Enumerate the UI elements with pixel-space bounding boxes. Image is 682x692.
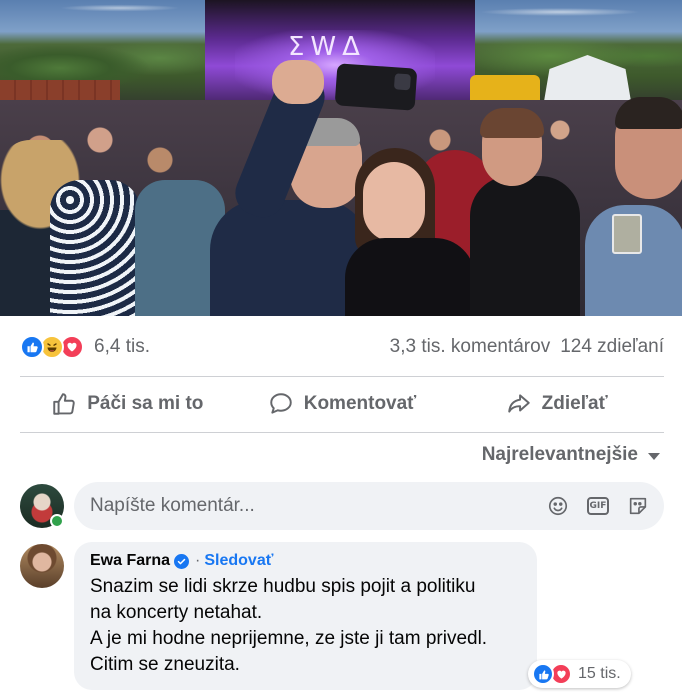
share-button[interactable]: Zdieľať — [449, 378, 664, 430]
thumbs-up-icon — [51, 391, 77, 417]
commenter-avatar[interactable] — [20, 544, 64, 588]
comment-author[interactable]: Ewa Farna — [90, 552, 170, 570]
like-button-label: Páči sa mi to — [87, 393, 204, 414]
share-arrow-icon — [506, 391, 532, 417]
share-count-link[interactable]: 124 zdieľaní — [560, 336, 664, 358]
comment-line: Citim se zneuzita. — [90, 654, 240, 675]
hand — [272, 60, 324, 104]
post-actions: Páči sa mi to Komentovať Zdieľať — [20, 378, 664, 430]
emoji-icon[interactable] — [546, 494, 570, 518]
comment-reactions[interactable]: 15 tis. — [528, 660, 631, 688]
comment-reaction-count: 15 tis. — [578, 665, 621, 682]
comment-text: Snazim se lidi skrze hudbu spis pojit a … — [90, 574, 521, 678]
reaction-icons[interactable]: 6,4 tis. — [20, 335, 150, 359]
reactions-summary: 6,4 tis. 3,3 tis. komentárov 124 zdieľan… — [20, 330, 664, 364]
online-status-dot — [50, 514, 64, 528]
divider-bottom — [20, 432, 664, 433]
comment-input[interactable] — [90, 495, 546, 517]
follow-button[interactable]: Sledovať — [204, 552, 273, 570]
comment-button-label: Komentovať — [303, 393, 417, 414]
share-button-label: Zdieľať — [541, 393, 608, 414]
dark-jacket-woman — [470, 108, 580, 316]
comment-sort-dropdown[interactable]: Najrelevantnejšie — [482, 444, 660, 466]
reaction-count[interactable]: 6,4 tis. — [94, 336, 150, 358]
stage-logo: ΣWΔ — [288, 32, 366, 62]
sticker-icon[interactable] — [626, 494, 650, 518]
post-photo[interactable]: ΣWΔ — [0, 0, 682, 316]
comment-line: A je mi hodne neprijemne, ze jste ji tam… — [90, 628, 488, 649]
smartphone — [334, 63, 418, 111]
verified-badge-icon — [174, 553, 190, 569]
comment-count-link[interactable]: 3,3 tis. komentárov — [390, 336, 551, 358]
like-button[interactable]: Páči sa mi to — [20, 378, 235, 430]
separator-dot: · — [195, 552, 201, 569]
comment-button[interactable]: Komentovať — [235, 378, 450, 430]
comment-composer: GIF — [74, 482, 664, 530]
like-reaction-icon — [20, 335, 44, 359]
beer-glass — [612, 214, 642, 254]
comment-line: Snazim se lidi skrze hudbu spis pojit a … — [90, 576, 476, 597]
comment-bubble: Ewa Farna · Sledovať Snazim se lidi skrz… — [74, 542, 537, 690]
man-with-beer — [575, 95, 682, 316]
like-reaction-icon — [532, 663, 554, 685]
caret-down-icon — [648, 453, 660, 460]
divider-top — [20, 376, 664, 377]
comment-line: na koncerty netahat. — [90, 602, 263, 623]
gif-icon[interactable]: GIF — [586, 494, 610, 518]
sort-label: Najrelevantnejšie — [481, 444, 638, 465]
patterned-dress-woman — [50, 180, 140, 316]
gif-label: GIF — [587, 497, 609, 515]
comment-bubble-icon — [268, 391, 294, 417]
